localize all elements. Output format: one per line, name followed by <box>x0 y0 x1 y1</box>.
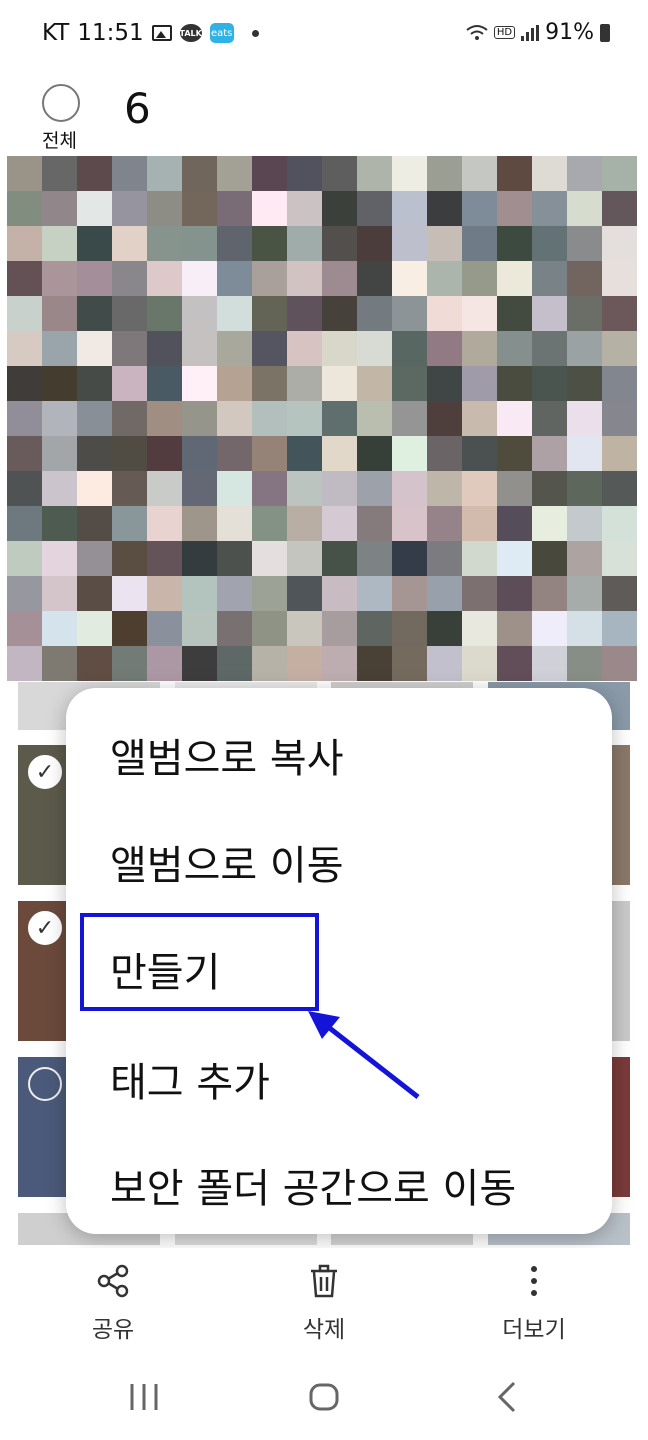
image-notification-icon <box>151 25 172 41</box>
status-bar: KT 11:51 TALK eats HD 91% <box>0 0 648 70</box>
signal-icon <box>521 24 540 41</box>
highlight-box <box>80 913 319 1011</box>
annotation-arrow-icon <box>308 1011 420 1099</box>
menu-item-move-to-album[interactable]: 앨범으로 이동 <box>110 833 344 891</box>
menu-item-move-to-secure-folder[interactable]: 보안 폴더 공간으로 이동 <box>110 1156 516 1214</box>
carrier-label: KT <box>42 20 70 46</box>
wifi-icon <box>466 24 488 40</box>
hd-voice-icon: HD <box>493 26 516 39</box>
menu-item-add-tag[interactable]: 태그 추가 <box>110 1050 270 1108</box>
share-label: 공유 <box>91 1317 135 1343</box>
selected-count: 6 <box>124 84 151 133</box>
menu-item-copy-to-album[interactable]: 앨범으로 복사 <box>110 726 344 784</box>
selected-check-icon: ✓ <box>28 911 62 945</box>
select-all-checkbox[interactable] <box>42 84 80 122</box>
bottom-action-bar: 공유 삭제 더보기 <box>0 1248 648 1358</box>
eats-icon: eats <box>209 23 234 43</box>
battery-icon <box>600 23 610 42</box>
battery-percent: 91% <box>545 20 594 45</box>
more-vertical-icon <box>531 1266 537 1296</box>
more-button[interactable]: 더보기 <box>484 1264 584 1344</box>
share-icon <box>97 1264 129 1298</box>
select-all-label: 전체 <box>42 130 77 152</box>
pixelated-photo-area <box>7 156 637 682</box>
back-icon[interactable] <box>494 1380 520 1414</box>
kakaotalk-icon: TALK <box>180 24 202 42</box>
trash-icon <box>311 1264 337 1298</box>
unselected-checkbox[interactable] <box>28 1067 62 1101</box>
delete-label: 삭제 <box>302 1317 346 1343</box>
system-nav-bar <box>0 1360 648 1440</box>
home-icon[interactable] <box>308 1382 340 1412</box>
selected-check-icon: ✓ <box>28 755 62 789</box>
share-button[interactable]: 공유 <box>63 1264 163 1344</box>
more-label: 더보기 <box>502 1317 566 1343</box>
delete-button[interactable]: 삭제 <box>274 1264 374 1344</box>
more-notifications-dot-icon <box>251 29 259 37</box>
recent-apps-icon[interactable] <box>128 1382 160 1412</box>
time-label: 11:51 <box>77 20 144 46</box>
